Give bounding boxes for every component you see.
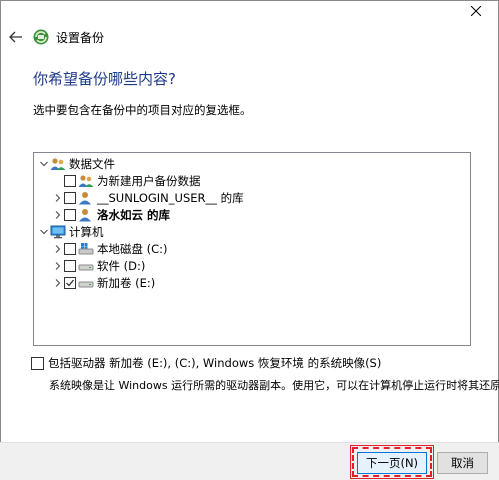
tree-item-drive-d[interactable]: 软件 (D:) [52, 257, 145, 274]
drive-icon [78, 276, 94, 290]
back-button[interactable] [4, 25, 28, 49]
users-icon [78, 174, 94, 188]
chevron-down-icon[interactable] [38, 158, 50, 170]
backup-items-tree[interactable]: 数据文件 为新建用户备份数据 __SUNLOGIN_USER__ 的库 洛水如云… [33, 152, 471, 346]
window-title: 设置备份 [56, 30, 105, 45]
tree-item-label: __SUNLOGIN_USER__ 的库 [97, 190, 244, 205]
next-button[interactable]: 下一页(N) [357, 452, 427, 474]
instruction-text: 选中要包含在备份中的项目对应的复选框。 [33, 103, 252, 117]
tree-group-computer[interactable]: 计算机 [38, 223, 104, 240]
users-icon [50, 157, 66, 171]
close-button[interactable] [453, 0, 499, 22]
checkmark-icon [66, 279, 74, 286]
chevron-right-icon[interactable] [52, 192, 64, 204]
system-image-checkbox[interactable] [31, 356, 44, 370]
checkbox-checked[interactable] [64, 276, 76, 289]
tree-item-new-users[interactable]: 为新建用户备份数据 [64, 172, 201, 189]
drive-icon [78, 259, 94, 273]
page-heading: 你希望备份哪些内容? [33, 70, 176, 88]
chevron-right-icon[interactable] [52, 260, 64, 272]
windows-drive-icon [78, 242, 94, 256]
chevron-right-icon[interactable] [52, 209, 64, 221]
tree-item-label: 新加卷 (E:) [97, 275, 156, 290]
checkbox[interactable] [64, 208, 76, 221]
cancel-button[interactable]: 取消 [437, 452, 488, 474]
checkbox[interactable] [64, 242, 76, 255]
chevron-right-icon[interactable] [52, 243, 64, 255]
tree-group-label: 数据文件 [69, 156, 115, 171]
tree-item-user-library[interactable]: 洛水如云 的库 [52, 206, 170, 223]
tree-group-label: 计算机 [69, 224, 104, 239]
close-icon [471, 6, 481, 16]
tree-item-label: 洛水如云 的库 [97, 207, 171, 222]
tree-group-data-files[interactable]: 数据文件 [38, 155, 115, 172]
tree-item-drive-e[interactable]: 新加卷 (E:) [52, 274, 155, 291]
checkbox[interactable] [64, 191, 76, 204]
chevron-down-icon[interactable] [38, 226, 50, 238]
checkbox[interactable] [64, 259, 76, 272]
system-image-option[interactable]: 包括驱动器 新加卷 (E:), (C:), Windows 恢复环境 的系统映像… [31, 355, 381, 371]
back-arrow-icon [9, 31, 22, 43]
system-image-description: 系统映像是让 Windows 运行所需的驱动器副本。使用它，可以在计算机停止运行… [49, 379, 499, 392]
computer-icon [50, 225, 66, 239]
user-icon [78, 208, 94, 222]
backup-icon [33, 29, 49, 45]
title-nav-row: 设置备份 [0, 24, 300, 50]
tree-item-sunlogin-library[interactable]: __SUNLOGIN_USER__ 的库 [52, 189, 244, 206]
tree-item-label: 本地磁盘 (C:) [97, 241, 168, 256]
checkbox[interactable] [64, 174, 76, 187]
chevron-right-icon[interactable] [52, 277, 64, 289]
tree-item-label: 为新建用户备份数据 [97, 173, 201, 188]
tree-item-drive-c[interactable]: 本地磁盘 (C:) [52, 240, 168, 257]
system-image-label: 包括驱动器 新加卷 (E:), (C:), Windows 恢复环境 的系统映像… [48, 356, 382, 370]
user-icon [78, 191, 94, 205]
tree-item-label: 软件 (D:) [97, 258, 146, 273]
